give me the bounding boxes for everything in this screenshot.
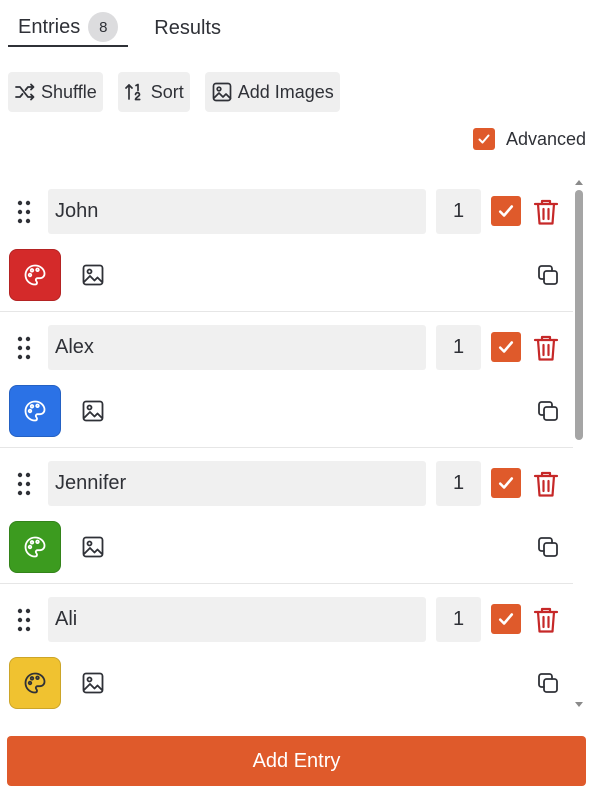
checkmark-icon: [498, 341, 514, 353]
entry-name-field[interactable]: [48, 461, 426, 506]
checkmark-icon: [498, 205, 514, 217]
tab-entries-label: Entries: [18, 15, 81, 38]
image-icon: [212, 82, 232, 102]
entry-enabled-checkbox[interactable]: [491, 604, 521, 634]
entry-row: 1: [0, 448, 573, 584]
copy-icon[interactable]: [536, 535, 560, 559]
advanced-toggle[interactable]: Advanced: [472, 128, 586, 150]
sort-button[interactable]: Sort: [117, 72, 190, 112]
image-icon[interactable]: [81, 399, 105, 423]
shuffle-button[interactable]: Shuffle: [8, 72, 103, 112]
shuffle-label: Shuffle: [41, 81, 97, 102]
tab-results[interactable]: Results: [154, 9, 221, 47]
advanced-checkbox[interactable]: [472, 128, 495, 150]
entry-enabled-checkbox[interactable]: [491, 468, 521, 498]
entry-weight-field[interactable]: 1: [436, 461, 481, 506]
tab-results-label: Results: [154, 16, 221, 39]
drag-handle-icon[interactable]: [17, 200, 31, 224]
checkmark-icon: [498, 613, 514, 625]
entries-count-badge: 8: [88, 12, 119, 42]
entry-enabled-checkbox[interactable]: [491, 332, 521, 362]
advanced-label: Advanced: [505, 128, 586, 149]
palette-icon: [24, 536, 46, 558]
trash-icon[interactable]: [533, 198, 559, 226]
scroll-up-arrow-icon[interactable]: [575, 180, 583, 185]
entry-name-field[interactable]: [48, 189, 426, 234]
copy-icon[interactable]: [536, 399, 560, 423]
palette-icon: [24, 672, 46, 694]
entry-row: 1: [0, 176, 573, 312]
entry-weight-field[interactable]: 1: [436, 597, 481, 642]
add-entry-button[interactable]: Add Entry: [7, 736, 586, 786]
tab-bar: Entries 8 Results: [8, 8, 221, 48]
entry-row: 1: [0, 584, 573, 711]
entries-scrollbar[interactable]: [573, 176, 585, 711]
add-images-button[interactable]: Add Images: [204, 72, 340, 112]
image-icon[interactable]: [81, 671, 105, 695]
scroll-down-arrow-icon[interactable]: [575, 702, 583, 707]
entry-color-button[interactable]: [9, 521, 61, 573]
copy-icon[interactable]: [536, 263, 560, 287]
image-icon[interactable]: [81, 535, 105, 559]
entry-weight-field[interactable]: 1: [436, 189, 481, 234]
checkmark-icon: [478, 134, 490, 144]
drag-handle-icon[interactable]: [17, 608, 31, 632]
entry-enabled-checkbox[interactable]: [491, 196, 521, 226]
tab-entries[interactable]: Entries 8: [8, 9, 129, 47]
entry-color-button[interactable]: [9, 657, 61, 709]
entry-weight-field[interactable]: 1: [436, 325, 481, 370]
entry-name-field[interactable]: [48, 325, 426, 370]
trash-icon[interactable]: [533, 606, 559, 634]
image-icon[interactable]: [81, 263, 105, 287]
entry-color-button[interactable]: [9, 249, 61, 301]
checkmark-icon: [498, 477, 514, 489]
palette-icon: [24, 264, 46, 286]
drag-handle-icon[interactable]: [17, 472, 31, 496]
drag-handle-icon[interactable]: [17, 336, 31, 360]
entry-row: 1: [0, 312, 573, 448]
trash-icon[interactable]: [533, 334, 559, 362]
copy-icon[interactable]: [536, 671, 560, 695]
shuffle-icon: [15, 83, 35, 101]
sort-label: Sort: [150, 81, 184, 102]
scrollbar-thumb[interactable]: [575, 190, 583, 440]
entries-list: 1 1: [0, 176, 573, 711]
entry-color-button[interactable]: [9, 385, 61, 437]
entries-toolbar: Shuffle Sort Add Images: [8, 72, 355, 112]
sort-numeric-icon: [124, 83, 141, 101]
trash-icon[interactable]: [533, 470, 559, 498]
entry-name-field[interactable]: [48, 597, 426, 642]
add-images-label: Add Images: [237, 81, 334, 102]
palette-icon: [24, 400, 46, 422]
